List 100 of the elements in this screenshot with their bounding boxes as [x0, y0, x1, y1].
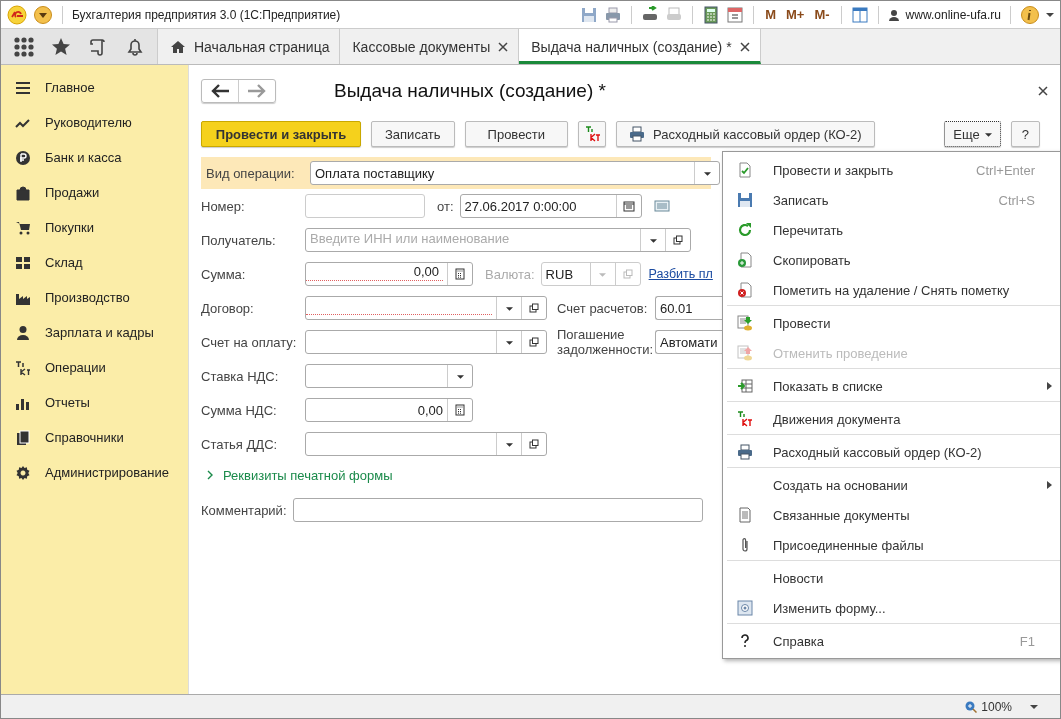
- window-title: Бухгалтерия предприятия 3.0 (1С:Предприятие): [72, 7, 341, 22]
- open-window-icon[interactable]: [529, 337, 539, 347]
- panel-layout-icon[interactable]: [850, 5, 869, 24]
- sidebar-item[interactable]: Администрирование: [1, 455, 188, 490]
- calendar-icon[interactable]: [726, 5, 745, 24]
- memory-button[interactable]: M+: [786, 7, 805, 22]
- contract-field[interactable]: [305, 296, 547, 320]
- menu-item[interactable]: Провести и закрыть Ctrl+Enter: [727, 155, 1060, 185]
- zoom-level[interactable]: 100%: [981, 699, 1012, 714]
- zoom-icon[interactable]: [965, 700, 978, 713]
- menu-item[interactable]: Пометить на удаление / Снять пометку: [727, 275, 1060, 305]
- sidebar-item[interactable]: Главное: [1, 70, 188, 105]
- cash-flow-item-field[interactable]: [305, 432, 547, 456]
- vat-amount-field[interactable]: 0,00: [305, 398, 473, 422]
- menu-item[interactable]: Движения документа: [727, 404, 1060, 434]
- caret-icon[interactable]: [1046, 10, 1054, 19]
- printer-icon: [737, 444, 753, 460]
- caret-icon[interactable]: [1030, 702, 1038, 711]
- caret-icon[interactable]: [703, 169, 711, 177]
- section-icon: [15, 219, 31, 236]
- unpost-icon: [737, 345, 753, 361]
- menu-item[interactable]: Провести: [727, 308, 1060, 338]
- chevron-icon[interactable]: [205, 470, 215, 480]
- dt-kt-button[interactable]: [578, 121, 607, 147]
- caret-icon[interactable]: [456, 372, 464, 380]
- sidebar-item[interactable]: Производство: [1, 280, 188, 315]
- main-menu-icon[interactable]: [33, 4, 53, 25]
- date-field[interactable]: 27.06.2017 0:00:00: [459, 194, 642, 218]
- open-window-icon[interactable]: [529, 303, 539, 313]
- menu-item[interactable]: Показать в списке: [727, 371, 1060, 401]
- list-icon: [737, 378, 753, 394]
- help-button[interactable]: ?: [1010, 121, 1040, 147]
- apps-grid-icon[interactable]: [13, 36, 34, 57]
- home-icon: [170, 38, 186, 55]
- close-icon[interactable]: [1038, 86, 1048, 96]
- form-title: Выдача наличных (создание) *: [334, 80, 606, 102]
- sidebar-item[interactable]: Зарплата и кадры: [1, 315, 188, 350]
- history-icon[interactable]: [87, 36, 108, 57]
- operation-type-field[interactable]: Оплата поставщику: [310, 161, 720, 185]
- menu-item[interactable]: Записать Ctrl+S: [727, 185, 1060, 215]
- more-button[interactable]: Еще: [944, 121, 1001, 147]
- shortcut-text: Ctrl+S: [998, 192, 1035, 208]
- field-label: Вид операции:: [206, 165, 296, 181]
- star-icon[interactable]: [50, 36, 71, 57]
- command-button[interactable]: Записать: [371, 121, 455, 147]
- open-window-icon[interactable]: [529, 439, 539, 449]
- field-label: Комментарий:: [201, 502, 288, 518]
- document-add-icon: [737, 252, 753, 268]
- menu-item[interactable]: Справка F1: [727, 626, 1060, 656]
- menu-item[interactable]: Связанные документы: [727, 500, 1060, 530]
- calculator-icon[interactable]: [454, 404, 466, 416]
- vat-rate-field[interactable]: [305, 364, 473, 388]
- open-window-icon[interactable]: [673, 235, 683, 245]
- debt-repayment-field[interactable]: Автомати: [655, 330, 725, 354]
- number-field[interactable]: [305, 194, 425, 218]
- menu-item[interactable]: Новости: [727, 563, 1060, 593]
- memory-button[interactable]: M: [765, 7, 776, 22]
- recipient-field[interactable]: Введите ИНН или наименование: [305, 228, 691, 252]
- calculator-icon[interactable]: [454, 268, 466, 280]
- menu-item[interactable]: Изменить форму...: [727, 593, 1060, 623]
- menu-item[interactable]: Перечитать: [727, 215, 1060, 245]
- caret-icon[interactable]: [649, 236, 657, 244]
- post-and-close-button[interactable]: Провести и закрыть: [201, 121, 361, 147]
- command-button[interactable]: Провести: [464, 121, 569, 147]
- sidebar-item[interactable]: Продажи: [1, 175, 188, 210]
- comment-field[interactable]: [293, 498, 703, 522]
- menu-item[interactable]: Создать на основании: [727, 470, 1060, 500]
- close-icon[interactable]: [498, 41, 509, 52]
- menu-item[interactable]: Присоединенные файлы: [727, 530, 1060, 560]
- calendar-icon[interactable]: [622, 200, 635, 212]
- caret-icon[interactable]: [505, 440, 513, 448]
- section-icon: [15, 184, 31, 201]
- menu-item[interactable]: Расходный кассовый ордер (КО-2): [727, 437, 1060, 467]
- field-label: Статья ДДС:: [201, 436, 279, 452]
- print-icon[interactable]: [604, 5, 623, 24]
- command-button[interactable]: Расходный кассовый ордер (КО-2): [616, 121, 875, 147]
- field-label: Счет расчетов:: [557, 300, 649, 316]
- memory-button[interactable]: M-: [814, 7, 830, 22]
- user-name[interactable]: www.online-ufa.ru: [905, 7, 1001, 22]
- menu-item[interactable]: Скопировать: [727, 245, 1060, 275]
- sidebar-item[interactable]: Операции: [1, 350, 188, 385]
- settlement-account-field[interactable]: 60.01: [655, 296, 725, 320]
- caret-icon[interactable]: [505, 338, 513, 346]
- amount-field[interactable]: 0,00: [305, 262, 473, 286]
- caret-icon[interactable]: [505, 304, 513, 312]
- recipient-input[interactable]: Введите ИНН или наименование: [306, 229, 636, 247]
- sidebar-item[interactable]: Руководителю: [1, 105, 188, 140]
- sidebar-item[interactable]: Склад: [1, 245, 188, 280]
- sidebar-item[interactable]: Покупки: [1, 210, 188, 245]
- sidebar-item[interactable]: Отчеты: [1, 385, 188, 420]
- invoice-field[interactable]: [305, 330, 547, 354]
- close-icon[interactable]: [739, 41, 750, 52]
- tab[interactable]: Выдача наличных (создание) *: [519, 29, 761, 64]
- sidebar-item[interactable]: Справочники: [1, 420, 188, 455]
- sidebar-item[interactable]: Банк и касса: [1, 140, 188, 175]
- split-payment-link[interactable]: Разбить пл: [648, 267, 713, 281]
- print-details-link[interactable]: Реквизиты печатной формы: [223, 467, 393, 483]
- app-logo-icon[interactable]: [7, 4, 27, 25]
- field-label: Ставка НДС:: [201, 368, 280, 384]
- info-icon[interactable]: [1020, 4, 1040, 25]
